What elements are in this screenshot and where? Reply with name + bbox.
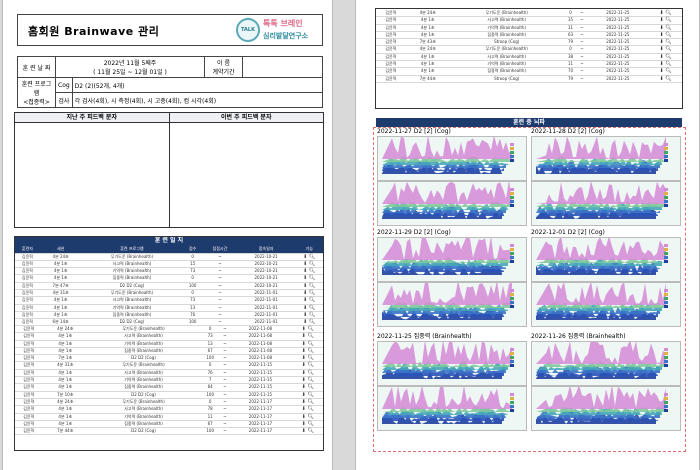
info-table: 훈 련 날 짜 2022년 11월 5째주 ( 11월 25일 ~ 12월 01… xyxy=(17,56,324,108)
last-week-header: 지난 주 피드백 분자 xyxy=(15,113,170,122)
eeg-spectrogram-image xyxy=(531,181,681,226)
eeg-panel-title: 2022-11-25 집중력 (Brainhealth) xyxy=(377,333,472,340)
title-box: 홈회원 Brainwave 관리 TALK 톡톡 브레인 심리발달연구소 xyxy=(17,14,323,46)
eeg-spectrogram-image xyxy=(377,237,527,282)
feedback-box: 지난 주 피드백 분자 이번 주 피드백 분자 xyxy=(14,112,324,228)
date-value: 2022년 11월 5째주 ( 11월 25일 ~ 12월 01일 ) xyxy=(55,56,205,78)
report-page-2: 김윤혁 4분 24초 무기도운 (Brainhealth) 0 ~2022-11-25 ⬇… xyxy=(355,0,700,470)
date-label: 훈 련 날 짜 xyxy=(17,56,56,78)
name-label: 이 름 계약기간 xyxy=(204,56,243,78)
eeg-spectrogram-image xyxy=(377,136,527,181)
eeg-panel-title: 2022-11-29 D2 [2] (Cog) xyxy=(377,229,451,236)
eeg-spectrogram-image xyxy=(531,136,681,181)
eeg-panel: 2022-11-26 집중력 (Brainhealth) xyxy=(531,333,683,431)
eeg-spectrogram-image xyxy=(531,386,681,431)
brand-logo: TALK 톡톡 브레인 심리발달연구소 xyxy=(236,16,320,45)
eeg-spectrogram-image xyxy=(531,282,681,327)
eeg-panel: 2022-11-28 D2 [2] (Cog) xyxy=(531,128,683,226)
logo-seal-icon: TALK xyxy=(236,18,260,42)
etc-value: 각 검사(4회), 시 측정(4회), 시 고충(4회), 컴 시각(4회) xyxy=(71,92,324,108)
eeg-panel-title: 2022-11-27 D2 [2] (Cog) xyxy=(377,128,451,135)
name-value xyxy=(242,56,323,78)
eeg-panel-title: 2022-11-28 D2 [2] (Cog) xyxy=(531,128,605,135)
eeg-spectrogram-image xyxy=(377,181,527,226)
eeg-panel: 2022-11-27 D2 [2] (Cog) xyxy=(377,128,529,226)
eeg-panel: 2022-11-25 집중력 (Brainhealth) xyxy=(377,333,529,431)
logo-line1: 톡톡 브레인 xyxy=(263,19,303,28)
logo-line2: 심리발달연구소 xyxy=(263,32,309,40)
log-frame xyxy=(14,236,324,451)
eeg-spectrogram-image xyxy=(377,341,527,386)
program-label: 훈련 프로그램 <접종력> xyxy=(17,77,56,108)
etc-label: 검사 xyxy=(55,92,73,108)
eeg-panel-title: 2022-11-26 집중력 (Brainhealth) xyxy=(531,333,626,340)
eeg-panel: 2022-12-01 D2 [2] (Cog) xyxy=(531,229,683,327)
report-page-1: 홈회원 Brainwave 관리 TALK 톡톡 브레인 심리발달연구소 훈 련… xyxy=(2,0,333,470)
eeg-panel-title: 2022-12-01 D2 [2] (Cog) xyxy=(531,229,605,236)
this-week-header: 이번 주 피드백 분자 xyxy=(221,114,272,121)
eeg-spectrogram-image xyxy=(377,386,527,431)
cog-value: D2 (2)(52개, 4개) xyxy=(71,77,324,93)
log-frame-2 xyxy=(375,8,683,109)
eeg-spectrogram-image xyxy=(531,341,681,386)
eeg-spectrogram-image xyxy=(531,237,681,282)
eeg-panel: 2022-11-29 D2 [2] (Cog) xyxy=(377,229,529,327)
cog-label: Cog xyxy=(55,77,73,93)
eeg-title: 훈련 중 뇌파 xyxy=(376,118,682,127)
page-title: 홈회원 Brainwave 관리 xyxy=(28,25,160,38)
eeg-spectrogram-image xyxy=(377,282,527,327)
